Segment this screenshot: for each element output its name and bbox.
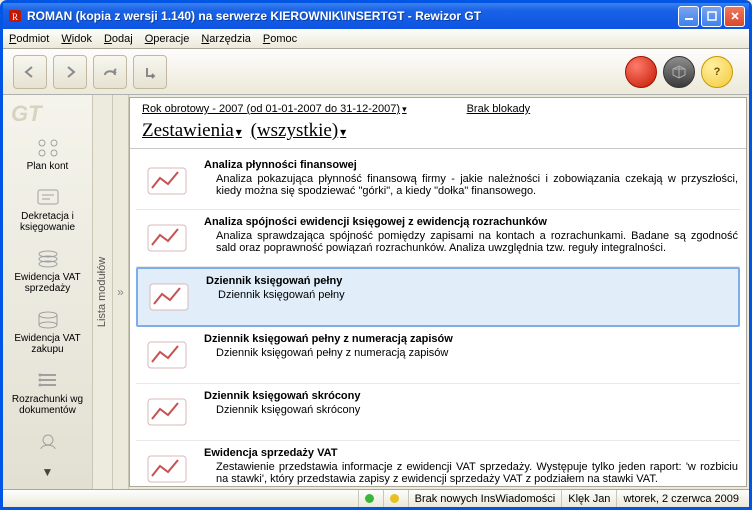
category-dropdown[interactable]: Zestawienia (142, 120, 242, 141)
toolbar-action2-button[interactable] (133, 55, 167, 89)
svg-text:R: R (12, 12, 18, 22)
nav-item-label: Plan kont (27, 161, 69, 172)
report-row-title: Ewidencja sprzedaży VAT (204, 447, 738, 459)
report-row-title: Dziennik księgowań pełny (206, 275, 736, 287)
app-icon: R (7, 8, 23, 24)
status-date: wtorek, 2 czerwca 2009 (616, 490, 745, 507)
toolbar-cube-button[interactable] (663, 56, 695, 88)
report-row-title: Analiza spójności ewidencji księgowej z … (204, 216, 738, 228)
toolbar-help-button[interactable]: ? (701, 56, 733, 88)
report-row[interactable]: Dziennik księgowań pełny z numeracją zap… (136, 327, 740, 384)
minimize-button[interactable] (678, 6, 699, 27)
report-row-title: Dziennik księgowań skrócony (204, 390, 738, 402)
nav-item-label: Ewidencja VAT zakupu (14, 333, 80, 356)
toolbar-action1-button[interactable] (93, 55, 127, 89)
period-selector[interactable]: Rok obrotowy - 2007 (od 01-01-2007 do 31… (142, 103, 407, 115)
menu-widok[interactable]: Widok (61, 33, 92, 45)
lock-status[interactable]: Brak blokady (467, 103, 531, 115)
expand-module-icon[interactable]: » (113, 95, 129, 489)
report-row-desc: Dziennik księgowań pełny (206, 289, 736, 301)
menu-narzedzia[interactable]: Narzędzia (201, 33, 251, 45)
toolbar-forward-button[interactable] (53, 55, 87, 89)
window-title: ROMAN (kopia z wersji 1.140) na serwerze… (27, 9, 676, 23)
nav-scroll-down-icon[interactable]: ▼ (42, 465, 54, 479)
report-row[interactable]: Dziennik księgowań pełny Dziennik księgow… (136, 267, 740, 327)
report-list: Analiza płynności finansowej Analiza poka… (130, 149, 746, 486)
report-row[interactable]: Analiza płynności finansowej Analiza poka… (136, 153, 740, 210)
report-row-title: Analiza płynności finansowej (204, 159, 738, 171)
toolbar-update-button[interactable] (625, 56, 657, 88)
menu-dodaj[interactable]: Dodaj (104, 33, 133, 45)
status-user: Klęk Jan (561, 490, 616, 507)
report-row[interactable]: Analiza spójności ewidencji księgowej z … (136, 210, 740, 267)
filter-dropdown[interactable]: (wszystkie) (251, 120, 347, 141)
report-row[interactable]: Dziennik księgowań skrócony Dziennik księ… (136, 384, 740, 441)
report-chart-icon (138, 333, 196, 377)
report-chart-icon (138, 159, 196, 203)
report-chart-icon (138, 447, 196, 486)
nav-ewidencja-zakupu[interactable]: Ewidencja VAT zakupu (11, 307, 85, 356)
nav-dekretacja[interactable]: Dekretacja i księgowanie (11, 185, 85, 234)
report-row-desc: Analiza sprawdzająca spójność pomiędzy z… (204, 230, 738, 254)
menu-podmiot[interactable]: Podmiot (9, 33, 49, 45)
report-row-desc: Dziennik księgowań skrócony (204, 404, 738, 416)
status-indicator1-icon (358, 490, 383, 507)
module-strip-label: Lista modułów (97, 257, 109, 327)
gt-logo-icon: GT (11, 101, 42, 127)
report-row[interactable]: Ewidencja sprzedaży VAT Zestawienie przed… (136, 441, 740, 486)
status-news[interactable]: Brak nowych InsWiadomości (408, 490, 562, 507)
report-row-desc: Analiza pokazująca płynność finansową fi… (204, 173, 738, 197)
maximize-button[interactable] (701, 6, 722, 27)
nav-item-label: Dekretacja i księgowanie (20, 211, 75, 234)
report-chart-icon (138, 390, 196, 434)
report-row-desc: Zestawienie przedstawia informacje z ewi… (204, 461, 738, 485)
report-chart-icon (138, 216, 196, 260)
statusbar: Brak nowych InsWiadomości Klęk Jan wtore… (3, 489, 749, 507)
report-row-title: Dziennik księgowań pełny z numeracją zap… (204, 333, 738, 345)
module-strip[interactable]: Lista modułów (93, 95, 113, 489)
nav-plan-kont[interactable]: Plan kont (11, 135, 85, 173)
close-button[interactable] (724, 6, 745, 27)
report-chart-icon (140, 275, 198, 319)
menu-pomoc[interactable]: Pomoc (263, 33, 297, 45)
nav-item-label: Ewidencja VAT sprzedaży (14, 272, 80, 295)
left-nav: GT Plan kont Dekretacja i księgowanie Ew… (3, 95, 93, 489)
menu-operacje[interactable]: Operacje (145, 33, 190, 45)
nav-item-label: Rozrachunki wg dokumentów (12, 394, 83, 417)
report-row-desc: Dziennik księgowań pełny z numeracją zap… (204, 347, 738, 359)
nav-more-icon[interactable] (11, 429, 85, 455)
toolbar: ? (3, 49, 749, 95)
menubar: Podmiot Widok Dodaj Operacje Narzędzia P… (3, 29, 749, 49)
nav-rozrachunki[interactable]: Rozrachunki wg dokumentów (11, 368, 85, 417)
toolbar-back-button[interactable] (13, 55, 47, 89)
nav-ewidencja-sprzedazy[interactable]: Ewidencja VAT sprzedaży (11, 246, 85, 295)
status-indicator2-icon (383, 490, 408, 507)
